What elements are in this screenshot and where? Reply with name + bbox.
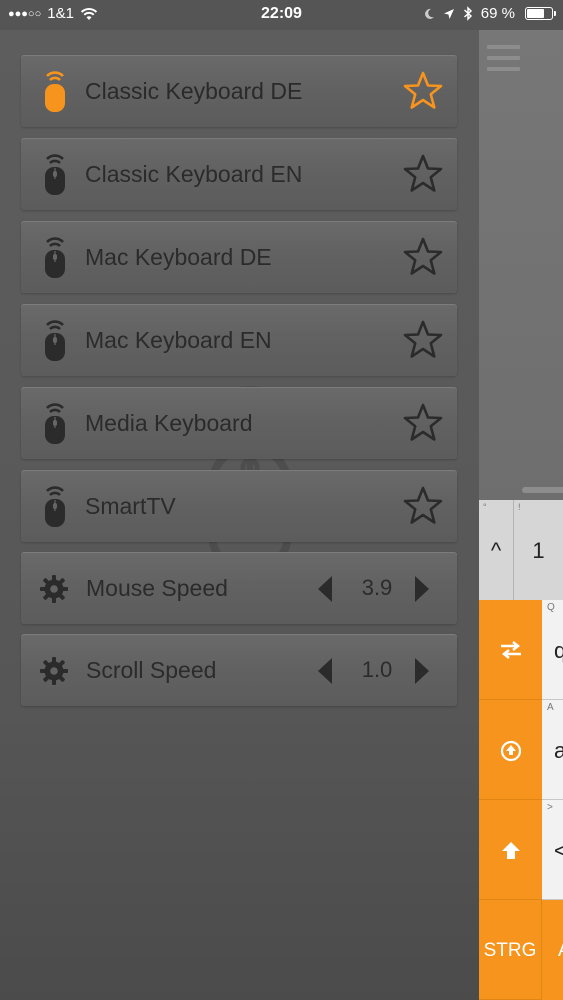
increase-arrow-icon[interactable] [413, 656, 431, 686]
alt-label: A [558, 940, 563, 962]
keyboard-number-row: ° ^ ! 1 [479, 500, 563, 600]
keyboard-handle[interactable] [522, 487, 563, 493]
keyboard-item-label: Classic Keyboard EN [85, 161, 303, 187]
menu-line [487, 56, 520, 60]
setting-item: Mouse Speed 3.9 [21, 552, 457, 624]
keyboard-item[interactable]: Classic Keyboard EN [21, 138, 457, 210]
keyboard-item-label: Mac Keyboard DE [85, 244, 272, 270]
location-arrow-icon [443, 8, 454, 19]
star-icon[interactable] [401, 69, 445, 113]
ctrl-button[interactable]: STRG [479, 900, 542, 1000]
shift-circle-icon [500, 740, 522, 762]
shift-arrow-icon [502, 842, 520, 859]
battery-percent: 69 % [480, 5, 515, 22]
key-label: ^ [490, 538, 502, 563]
keyboard-key[interactable]: ° ^ [479, 500, 514, 600]
bluetooth-icon [463, 6, 472, 21]
keyboard-item[interactable]: Mac Keyboard EN [21, 304, 457, 376]
increase-arrow-icon[interactable] [413, 574, 431, 604]
keyboard-item[interactable]: SmartTV [21, 470, 457, 542]
mouse-wifi-icon [45, 486, 65, 527]
mouse-wifi-icon [45, 71, 65, 112]
settings-drawer: PhoneToPC.TV Classic Keyboard DEClassic … [0, 30, 479, 1000]
setting-label: Mouse Speed [86, 575, 228, 601]
gear-icon [40, 575, 68, 603]
battery-fill [527, 9, 544, 18]
status-bar: ●●●○○ 1&1 22:09 69 % [0, 0, 563, 30]
keyboard-item-label: Mac Keyboard EN [85, 327, 272, 353]
key-shift-label: A [547, 702, 554, 713]
caps-lock-button[interactable] [479, 700, 542, 800]
ctrl-label: STRG [483, 940, 537, 961]
setting-value: 3.9 [361, 575, 393, 600]
star-icon[interactable] [401, 484, 445, 528]
key-label: a [554, 738, 563, 763]
key-shift-label: ! [518, 502, 521, 512]
swap-keyboard-button[interactable] [479, 600, 542, 700]
swap-arrows-icon [501, 641, 521, 659]
star-icon[interactable] [401, 152, 445, 196]
shift-button[interactable] [479, 800, 542, 900]
keyboard-item[interactable]: Classic Keyboard DE [21, 55, 457, 127]
moon-icon [424, 8, 434, 19]
keyboard-key[interactable]: > < [542, 800, 563, 900]
keyboard-item-label: Classic Keyboard DE [85, 78, 303, 104]
decrease-arrow-icon[interactable] [316, 574, 334, 604]
battery-icon [525, 7, 556, 20]
mouse-wifi-icon [45, 154, 65, 195]
star-icon[interactable] [401, 401, 445, 445]
keyboard-key[interactable]: Q q [542, 600, 563, 700]
key-label: 1 [532, 538, 545, 563]
setting-value: 1.0 [361, 657, 393, 682]
mouse-wifi-icon [45, 320, 65, 361]
key-label: q [554, 638, 563, 663]
menu-line [487, 45, 520, 49]
mouse-wifi-icon [45, 403, 65, 444]
key-label: < [554, 838, 563, 863]
star-icon[interactable] [401, 318, 445, 362]
menu-icon[interactable] [487, 45, 520, 78]
decrease-arrow-icon[interactable] [316, 656, 334, 686]
alt-button[interactable]: A [542, 900, 563, 1000]
menu-line [487, 67, 520, 71]
keyboard-item-label: SmartTV [85, 493, 176, 519]
key-shift-label: ° [483, 502, 487, 512]
keyboard-key[interactable]: A a [542, 700, 563, 800]
key-shift-label: Q [547, 602, 555, 613]
keyboard-item[interactable]: Media Keyboard [21, 387, 457, 459]
setting-label: Scroll Speed [86, 657, 217, 683]
mouse-wifi-icon [45, 237, 65, 278]
setting-item: Scroll Speed 1.0 [21, 634, 457, 706]
keyboard-item[interactable]: Mac Keyboard DE [21, 221, 457, 293]
status-right: 69 % [423, 5, 556, 22]
gear-icon [40, 657, 68, 685]
keyboard-item-label: Media Keyboard [85, 410, 253, 436]
star-icon[interactable] [401, 235, 445, 279]
keyboard-key[interactable]: ! 1 [514, 500, 563, 600]
main-panel: ° ^ ! 1 Q q A a > < STRG [479, 30, 563, 1000]
key-shift-label: > [547, 802, 553, 813]
